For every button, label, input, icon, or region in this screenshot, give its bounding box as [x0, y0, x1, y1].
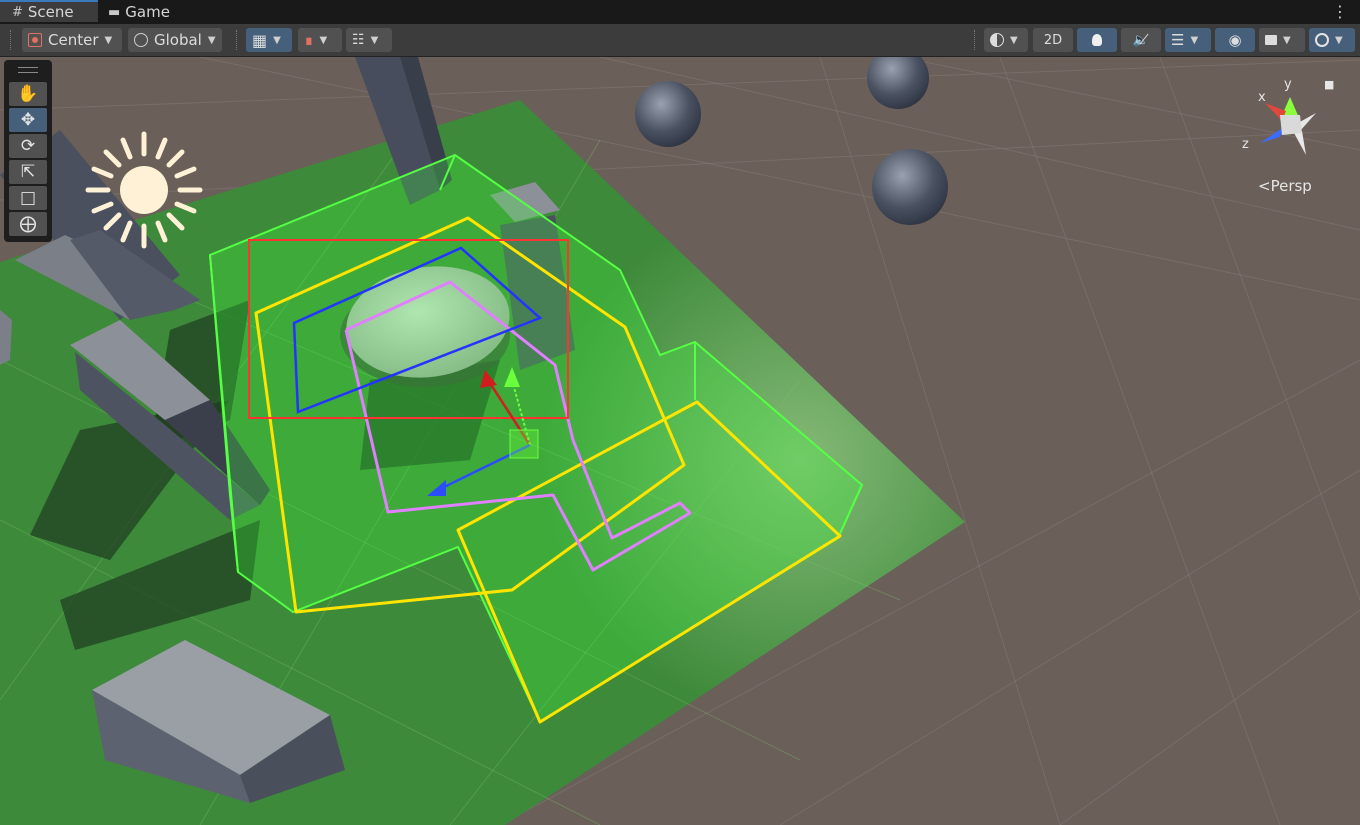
rect-tool-button[interactable]: □	[9, 186, 47, 210]
gizmo-x-label: x	[1258, 90, 1266, 105]
sphere-object	[867, 57, 929, 109]
transform-tool-button[interactable]: ⨁	[9, 212, 47, 236]
grid-snap-icon: ▦	[252, 30, 268, 50]
scene-viewport[interactable]: y x z	[0, 57, 1360, 825]
scale-tool-button[interactable]: ⇱	[9, 160, 47, 184]
grid-icon: #	[12, 4, 23, 20]
scene-effects-dropdown[interactable]: ☰ ▼	[1165, 28, 1211, 52]
toggle-2d-label: 2D	[1043, 32, 1063, 48]
space-mode-dropdown[interactable]: Global ▼	[128, 28, 222, 52]
perspective-icon: <	[1258, 177, 1271, 195]
projection-toggle[interactable]: <Persp	[1258, 177, 1312, 195]
magnet-grid-icon: ∎	[304, 31, 314, 49]
eye-hidden-icon: ◉	[1228, 31, 1242, 49]
chevron-down-icon: ▼	[1283, 34, 1291, 46]
projection-label: Persp	[1270, 177, 1312, 195]
rotate-tool-button[interactable]: ⟳	[9, 134, 47, 158]
lock-icon[interactable]: ■	[1324, 78, 1334, 91]
scene-toolbar: Center ▼ Global ▼ ▦ ▼ ∎ ▼ ☷ ▼ ▼ 2D 🔈̸ ☰ …	[0, 24, 1360, 57]
layers-effects-icon: ☰	[1171, 31, 1185, 49]
ruler-icon: ☷	[352, 32, 365, 48]
grid-snapping-button[interactable]: ∎ ▼	[298, 28, 342, 52]
gizmo-z-label: z	[1242, 137, 1249, 152]
hand-tool-button[interactable]: ✋	[9, 82, 47, 106]
hand-icon: ✋	[17, 84, 39, 104]
rect-transform-icon: □	[19, 188, 37, 208]
scene-visibility-toggle[interactable]: ◉	[1215, 28, 1255, 52]
tab-scene-label: Scene	[27, 3, 74, 21]
tools-overlay: ✋ ✥ ⟳ ⇱ □ ⨁	[4, 60, 52, 242]
scene-render[interactable]: y x z	[0, 57, 1360, 825]
chevron-down-icon: ▼	[1335, 34, 1343, 46]
directional-light-icon	[85, 131, 203, 249]
toolbar-grip[interactable]	[10, 30, 13, 50]
tab-game[interactable]: ▬ Game	[108, 0, 188, 24]
globe-icon	[134, 33, 148, 47]
audio-mute-icon: 🔈̸	[1132, 32, 1150, 48]
increment-snapping-button[interactable]: ☷ ▼	[346, 28, 392, 52]
tab-bar: # Scene ▬ Game ⋮	[0, 0, 1360, 24]
gamepad-icon: ▬	[108, 4, 121, 20]
light-bulb-icon	[1092, 34, 1102, 46]
rotate-icon: ⟳	[20, 136, 36, 156]
gizmo-y-label: y	[1284, 77, 1292, 92]
toolbar-grip[interactable]	[974, 30, 977, 50]
chevron-down-icon: ▼	[104, 34, 113, 46]
chevron-down-icon: ▼	[1010, 34, 1018, 46]
move-arrows-icon: ✥	[20, 110, 36, 130]
overlay-drag-handle[interactable]	[18, 67, 38, 73]
gizmo-sphere-icon	[1315, 33, 1329, 47]
shading-mode-icon	[990, 33, 1004, 47]
draw-mode-dropdown[interactable]: ▼	[984, 28, 1028, 52]
chevron-down-icon: ▼	[1190, 34, 1199, 46]
sphere-object	[635, 81, 701, 147]
scale-icon: ⇱	[20, 162, 36, 182]
chevron-down-icon: ▼	[273, 34, 281, 46]
space-mode-label: Global	[154, 31, 202, 49]
scene-lighting-toggle[interactable]	[1077, 28, 1117, 52]
gizmos-dropdown[interactable]: ▼	[1309, 28, 1355, 52]
move-tool-button[interactable]: ✥	[9, 108, 47, 132]
toggle-2d-button[interactable]: 2D	[1033, 28, 1073, 52]
more-menu-icon[interactable]: ⋮	[1332, 2, 1348, 21]
chevron-down-icon: ▼	[370, 34, 379, 46]
pivot-mode-label: Center	[48, 31, 99, 49]
sphere-object	[872, 149, 948, 225]
scene-audio-toggle[interactable]: 🔈̸	[1121, 28, 1161, 52]
grid-visibility-button[interactable]: ▦ ▼	[246, 28, 292, 52]
tab-game-label: Game	[125, 3, 170, 21]
orientation-gizmo: y x z	[1242, 77, 1316, 155]
tab-scene[interactable]: # Scene	[0, 0, 98, 22]
pivot-center-icon	[28, 33, 42, 47]
pivot-mode-dropdown[interactable]: Center ▼	[22, 28, 122, 52]
transform-icon: ⨁	[19, 214, 37, 234]
chevron-down-icon: ▼	[207, 34, 216, 46]
camera-settings-dropdown[interactable]: ▼	[1259, 28, 1305, 52]
chevron-down-icon: ▼	[319, 34, 328, 46]
camera-icon	[1265, 35, 1277, 45]
toolbar-grip[interactable]	[236, 30, 239, 50]
